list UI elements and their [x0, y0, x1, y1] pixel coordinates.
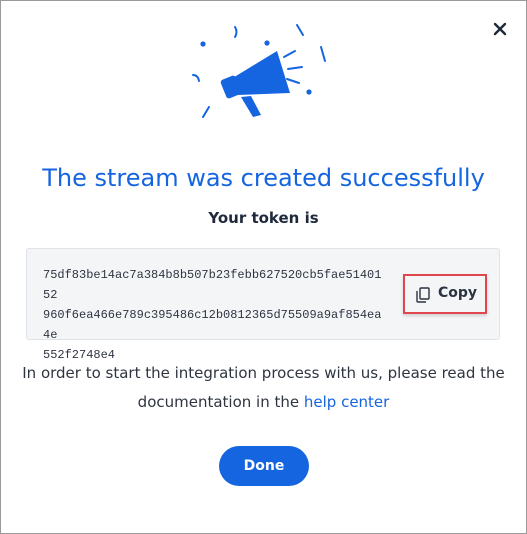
- token-value[interactable]: 75df83be14ac7a384b8b507b23febb627520cb5f…: [43, 265, 383, 365]
- info-line: documentation in the help center: [1, 388, 526, 417]
- token-line: 75df83be14ac7a384b8b507b23febb627520cb5f…: [43, 268, 382, 302]
- integration-info: In order to start the integration proces…: [1, 359, 526, 417]
- copy-label: Copy: [438, 285, 478, 301]
- token-box: 75df83be14ac7a384b8b507b23febb627520cb5f…: [26, 248, 500, 362]
- dialog-title: The stream was created successfully: [42, 164, 485, 192]
- close-icon[interactable]: [491, 20, 509, 38]
- info-text: documentation in the: [137, 393, 304, 411]
- token-line: 960f6ea466e789c395486c12b0812365d75509a9…: [43, 308, 382, 342]
- help-center-link[interactable]: help center: [304, 393, 389, 411]
- megaphone-icon: [192, 24, 326, 118]
- info-line: In order to start the integration proces…: [22, 364, 505, 382]
- done-button[interactable]: Done: [219, 446, 309, 486]
- stream-created-dialog: The stream was created successfully Your…: [0, 0, 527, 534]
- copy-button[interactable]: Copy: [403, 274, 487, 314]
- copy-icon: [416, 287, 430, 303]
- token-heading: Your token is: [208, 209, 319, 227]
